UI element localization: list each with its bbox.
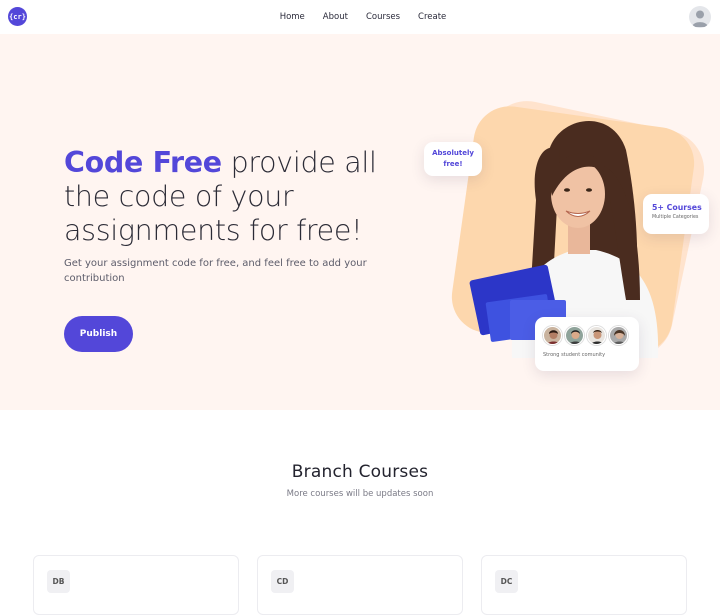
nav-link-home[interactable]: Home <box>280 12 305 22</box>
course-badge-cd: CD <box>271 570 294 593</box>
user-avatar-icon[interactable] <box>689 6 711 28</box>
absolutely-free-badge: Absolutely free! <box>424 142 482 176</box>
hero-section: Code Free provide all the code of your a… <box>0 34 720 410</box>
top-nav: {cr} Home About Courses Create <box>0 0 720 34</box>
free-badge-line1: Absolutely <box>432 149 474 157</box>
course-card-cd[interactable]: CD <box>257 555 463 615</box>
courses-count-title: 5+ Courses <box>652 203 702 212</box>
free-badge-line2: free! <box>443 160 463 168</box>
section-subtitle: More courses will be updates soon <box>286 489 434 499</box>
course-card-dc[interactable]: DC <box>481 555 687 615</box>
nav-link-create[interactable]: Create <box>418 12 446 22</box>
community-avatars <box>543 326 639 345</box>
community-avatar-3 <box>587 326 606 345</box>
section-title: Branch Courses <box>291 462 429 482</box>
nav-link-courses[interactable]: Courses <box>366 12 400 22</box>
nav-links: Home About Courses Create <box>0 0 720 34</box>
community-avatar-4 <box>609 326 628 345</box>
community-avatar-1 <box>543 326 562 345</box>
courses-count-badge: 5+ Courses Multiple Categories <box>643 194 709 234</box>
course-badge-db: DB <box>47 570 70 593</box>
community-avatar-2 <box>565 326 584 345</box>
community-card: Strong student comunity <box>535 317 639 371</box>
nav-link-about[interactable]: About <box>323 12 348 22</box>
course-badge-dc: DC <box>495 570 518 593</box>
course-card-db[interactable]: DB <box>33 555 239 615</box>
community-text: Strong student comunity <box>543 352 606 358</box>
courses-count-subtitle: Multiple Categories <box>652 215 699 220</box>
